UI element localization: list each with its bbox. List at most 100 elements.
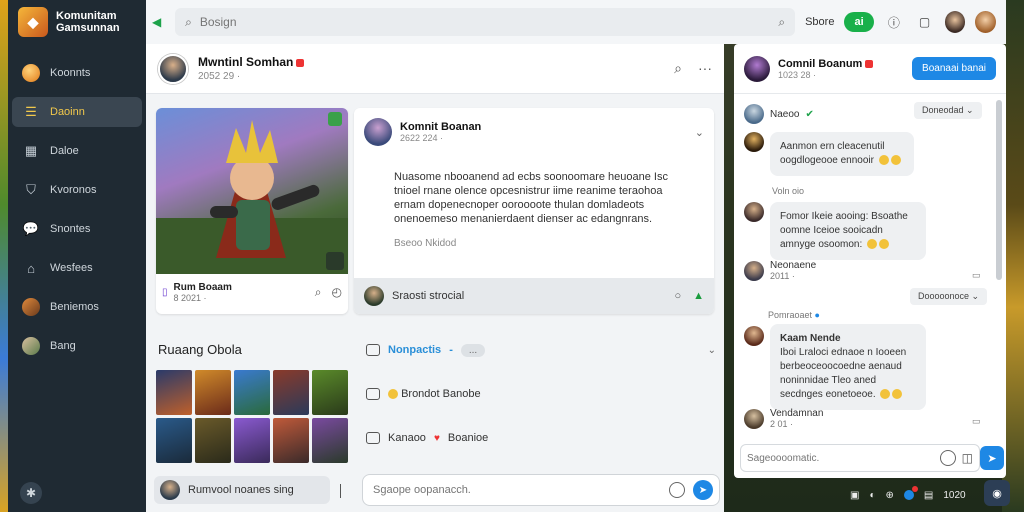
info-icon[interactable]: ⓘ	[884, 11, 905, 33]
sidebar-item-beniemos[interactable]: Beniemos	[12, 292, 142, 322]
brand-line-2: Gamsunnan	[56, 22, 120, 34]
more-icon[interactable]: ...	[460, 343, 486, 357]
chat-send-button[interactable]: ➤	[980, 446, 1004, 470]
chevron-down-icon[interactable]: ⌄	[695, 126, 704, 139]
check-icon: ✔	[805, 108, 814, 120]
list-item[interactable]: Kanaoo ♥ Boanioe	[366, 428, 716, 448]
avatar[interactable]	[744, 260, 764, 281]
voice-composer[interactable]: Rumvool noanes sing	[154, 476, 330, 504]
message-author[interactable]: Naeoo	[770, 109, 799, 120]
search-input[interactable]	[199, 15, 771, 29]
discord-icon[interactable]: ◉	[984, 480, 1010, 506]
store-label[interactable]: Sbore	[805, 16, 834, 28]
network-icon[interactable]: ▣	[850, 490, 859, 501]
send-button[interactable]: ➤	[693, 480, 713, 500]
post-header: Mwntinl Somhan 2052 29 · ⌕ ···	[146, 44, 724, 94]
shield-icon[interactable]: ◐	[869, 490, 875, 501]
image-icon[interactable]: ▭	[972, 416, 981, 427]
message-author[interactable]: Pomraoaet	[768, 310, 812, 320]
gallery-thumb[interactable]	[195, 370, 231, 415]
gallery-thumb[interactable]	[273, 370, 309, 415]
avatar[interactable]	[744, 132, 764, 152]
sidebar-nav: Koonnts ☰ Daoinn ▦ Daloe ⛉ Kvoronos 💬 Sn…	[8, 58, 146, 361]
sidebar-item-daloe[interactable]: ▦ Daloe	[12, 136, 142, 166]
sidebar-item-label: Wesfees	[50, 262, 93, 274]
gallery-thumb[interactable]	[234, 370, 270, 415]
lock-icon[interactable]: ⊕	[886, 490, 894, 501]
detail-more-link[interactable]: Bseoo Nkidod	[354, 226, 714, 249]
avatar[interactable]	[944, 11, 966, 33]
chat-title[interactable]: Comnil Boanum	[778, 58, 862, 70]
post-composer-input[interactable]	[373, 484, 661, 496]
ai-button[interactable]: ai	[844, 12, 874, 32]
post-author[interactable]: Mwntinl Somhan	[198, 55, 293, 69]
detail-footer: Sraosti strocial ○ ▲	[354, 278, 714, 314]
chat-icon	[366, 344, 380, 356]
emoji-icon[interactable]	[939, 450, 956, 466]
gallery-thumb[interactable]	[273, 418, 309, 463]
gallery-thumb[interactable]	[234, 418, 270, 463]
chat-header: Comnil Boanum 1023 28 · Boanaai banai	[734, 44, 1006, 94]
backdrop-left	[0, 0, 8, 512]
sidebar-item-koonnts[interactable]: Koonnts	[12, 58, 142, 88]
chat-scrollbar[interactable]	[996, 100, 1002, 280]
avatar[interactable]	[364, 118, 392, 146]
warning-icon[interactable]: ▲	[693, 290, 704, 302]
sidebar-item-snontes[interactable]: 💬 Snontes	[12, 214, 142, 244]
gallery-thumb[interactable]	[156, 370, 192, 415]
image-icon[interactable]: ▭	[972, 270, 981, 281]
notification-icon[interactable]	[903, 486, 918, 500]
detail-author[interactable]: Komnit Boanan	[400, 121, 481, 133]
image-icon[interactable]: ◫	[962, 451, 973, 465]
thread-label: Brondot Banobe	[401, 388, 481, 400]
gallery-thumb[interactable]	[312, 370, 348, 415]
hero-card[interactable]: ▯ Rum Boaam 8 2021 · ⌕ ◴	[156, 108, 348, 314]
message-author[interactable]: Vendamnan	[770, 408, 823, 419]
message-author[interactable]: Neonaene	[770, 260, 816, 271]
chevron-down-icon[interactable]: ⌄	[708, 345, 716, 356]
search-bar[interactable]: ⌕ ⌕	[175, 8, 796, 36]
message-tag[interactable]: Doneodad ⌄	[914, 102, 982, 119]
search-icon[interactable]: ⌕	[315, 285, 322, 300]
avatar[interactable]	[158, 53, 188, 84]
list-item[interactable]: Brondot Banobe	[366, 384, 716, 404]
search-icon: ⌕	[185, 14, 192, 29]
chat-action-button[interactable]: Boanaai banai	[912, 57, 996, 80]
avatar[interactable]	[744, 326, 764, 346]
detail-footer-label[interactable]: Sraosti strocial	[392, 290, 464, 302]
feed-panel: Mwntinl Somhan 2052 29 · ⌕ ··· ▯ Rum Boa…	[146, 44, 724, 512]
sidebar-item-wesfees[interactable]: ⌂ Wesfees	[12, 253, 142, 283]
top-bar: ◀ ⌕ ⌕ Sbore ai ⓘ ▢	[146, 0, 1006, 44]
gallery-thumb[interactable]	[195, 418, 231, 463]
avatar[interactable]	[364, 286, 384, 306]
clock-icon[interactable]: ◴	[332, 285, 342, 300]
chat-icon	[366, 388, 380, 400]
clipboard-icon[interactable]: ▢	[914, 11, 935, 33]
hero-name[interactable]: Rum Boaam	[174, 282, 232, 293]
avatar[interactable]	[744, 202, 764, 222]
sidebar-item-bang[interactable]: Bang	[12, 331, 142, 361]
chevron-left-icon[interactable]: ◀	[152, 15, 165, 29]
search-icon[interactable]: ⌕	[674, 60, 682, 77]
brand[interactable]: ◆ Komunitam Gamsunnan	[8, 0, 146, 44]
chat-icon[interactable]: ▤	[924, 490, 933, 501]
emoji-icon[interactable]	[669, 482, 685, 498]
sidebar-item-kvoronos[interactable]: ⛉ Kvoronos	[12, 175, 142, 205]
avatar[interactable]	[975, 11, 997, 33]
sidebar-item-daoinn[interactable]: ☰ Daoinn	[12, 97, 142, 127]
gallery-title: Ruaang Obola	[158, 342, 242, 357]
chat-input[interactable]	[747, 452, 934, 464]
search-icon[interactable]: ⌕	[778, 15, 785, 30]
gallery-thumb[interactable]	[312, 418, 348, 463]
avatar[interactable]	[744, 408, 764, 429]
avatar[interactable]	[744, 55, 770, 82]
avatar[interactable]	[744, 104, 764, 124]
system-tray: ▣ ◐ ⊕ ▤ 1020	[850, 484, 966, 506]
circle-icon[interactable]: ○	[674, 290, 681, 302]
gallery-thumb[interactable]	[156, 418, 192, 463]
settings-icon[interactable]: ✱	[20, 482, 42, 504]
message-author[interactable]: Kaam Nende	[780, 332, 916, 346]
more-icon[interactable]: ···	[698, 60, 712, 77]
message-tag[interactable]: Dooooonoce ⌄	[910, 288, 988, 305]
list-item[interactable]: Nonpactis - ... ⌄	[366, 340, 716, 360]
